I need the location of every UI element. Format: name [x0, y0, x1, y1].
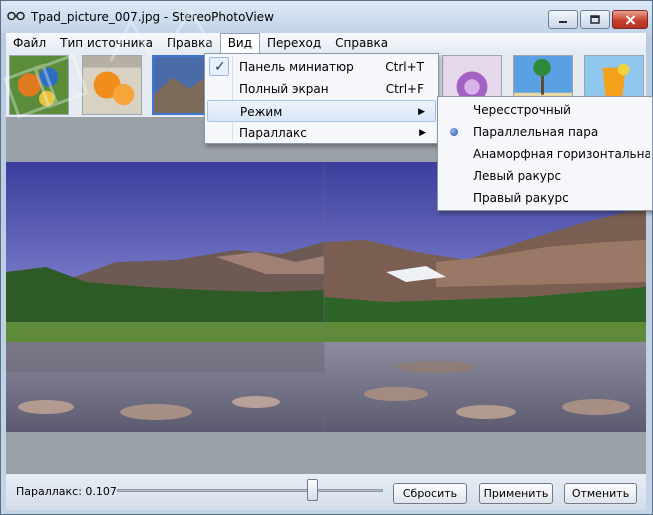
parallax-value-label: Параллакс: 0.107 — [16, 485, 117, 498]
mode-right-view[interactable]: Правый ракурс — [440, 187, 650, 209]
menu-item-mode[interactable]: Режим ▶ — [207, 100, 436, 122]
submenu-arrow-icon: ▶ — [419, 128, 426, 138]
menu-item-parallax[interactable]: Параллакс ▶ — [207, 122, 436, 144]
parallax-slider-track[interactable] — [117, 489, 383, 492]
submenu-arrow-icon: ▶ — [418, 107, 425, 117]
menu-item-label: Анаморфная горизонтальная пар — [473, 147, 650, 161]
close-button[interactable] — [612, 10, 648, 29]
menu-item-shortcut: Ctrl+F — [385, 82, 424, 96]
check-glyph: ✓ — [214, 59, 226, 75]
view-menu-dropdown: ✓ Панель миниатюр Ctrl+T Полный экран Ct… — [204, 53, 439, 144]
menu-item-thumbnail-panel[interactable]: ✓ Панель миниатюр Ctrl+T — [207, 56, 436, 78]
minimize-icon — [559, 20, 567, 23]
maximize-button[interactable] — [580, 10, 610, 29]
menu-item-label: Чересстрочный — [473, 103, 571, 117]
menu-item-label: Режим — [240, 105, 283, 119]
title-bar[interactable]: Tpad_picture_007.jpg - StereoPhotoView — [1, 1, 652, 33]
close-icon — [625, 14, 635, 25]
viewer-bottom-margin — [6, 432, 646, 474]
cancel-button[interactable]: Отменить — [564, 483, 637, 504]
menu-item-label: Параллакс — [239, 126, 307, 140]
menu-item-label: Параллельная пара — [473, 125, 599, 139]
app-window: Tpad_picture_007.jpg - StereoPhotoView Ф… — [0, 0, 653, 515]
menu-item-label: Правый ракурс — [473, 191, 569, 205]
menu-view[interactable]: Вид — [219, 33, 261, 53]
mode-interlaced[interactable]: Чересстрочный — [440, 99, 650, 121]
parallax-control-bar: Параллакс: 0.107 Сбросить Применить Отме… — [6, 474, 646, 510]
menu-bar: Файл Тип источника Правка Вид Переход Сп… — [6, 33, 646, 53]
menu-item-label: Полный экран — [239, 82, 329, 96]
mode-submenu: Чересстрочный Параллельная пара Анаморфн… — [437, 96, 653, 211]
menu-navigate[interactable]: Переход — [260, 33, 328, 53]
menu-help[interactable]: Справка — [328, 33, 395, 53]
thumbnail[interactable] — [9, 55, 69, 115]
stereo-glasses-icon — [7, 11, 25, 21]
minimize-button[interactable] — [548, 10, 578, 29]
menu-item-fullscreen[interactable]: Полный экран Ctrl+F — [207, 78, 436, 100]
mode-parallel-pair[interactable]: Параллельная пара — [440, 121, 650, 143]
apply-button[interactable]: Применить — [479, 483, 553, 504]
mode-left-view[interactable]: Левый ракурс — [440, 165, 650, 187]
mode-anamorphic-horizontal[interactable]: Анаморфная горизонтальная пар — [440, 143, 650, 165]
menu-item-label: Панель миниатюр — [239, 60, 354, 74]
maximize-icon — [590, 15, 600, 24]
thumbnail-selected[interactable] — [152, 55, 212, 115]
thumbnail[interactable] — [82, 55, 142, 115]
reset-button[interactable]: Сбросить — [393, 483, 467, 504]
menu-source-type[interactable]: Тип источника — [53, 33, 160, 53]
parallax-slider-handle[interactable] — [307, 479, 318, 501]
window-title: Tpad_picture_007.jpg - StereoPhotoView — [31, 10, 274, 24]
menu-item-shortcut: Ctrl+T — [385, 60, 424, 74]
check-icon: ✓ — [209, 57, 229, 76]
menu-file[interactable]: Файл — [6, 33, 53, 53]
menu-item-label: Левый ракурс — [473, 169, 562, 183]
menu-edit[interactable]: Правка — [160, 33, 220, 53]
radio-selected-icon — [450, 128, 458, 136]
